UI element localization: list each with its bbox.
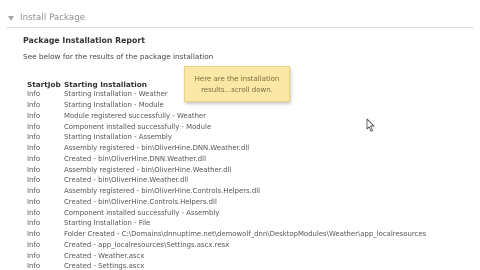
text-cursor-icon bbox=[366, 118, 375, 132]
log-row-message: Created - bin\OliverHine.DNN.Weather.dll bbox=[64, 154, 206, 163]
callout-line-1: Here are the installation bbox=[194, 75, 280, 83]
log-row-type: Info bbox=[27, 90, 41, 99]
log-row-type: Info bbox=[27, 197, 41, 206]
report-description: See below for the results of the package… bbox=[23, 52, 214, 61]
log-row-message: Assembly registered - bin\OliverHine.DNN… bbox=[64, 144, 250, 153]
section-title: Install Package bbox=[20, 13, 86, 23]
log-row-message: Created - bin\OliverHine.Weather.dll bbox=[64, 176, 189, 185]
log-row-message: Starting Installation - File bbox=[64, 219, 151, 228]
log-row-type: Info bbox=[27, 230, 41, 239]
log-rows: Info Starting Installation - Weather Info S… bbox=[27, 89, 472, 270]
log-row-message: Component installed successfully - Assem… bbox=[64, 208, 220, 217]
log-row-message: Starting Installation - Module bbox=[64, 101, 164, 110]
log-row-message: Created - Settings.ascx bbox=[64, 262, 145, 270]
log-row: Info Component installed successfully - M… bbox=[27, 121, 472, 132]
log-row-type: Info bbox=[27, 101, 41, 110]
log-row-type: Info bbox=[27, 111, 41, 120]
log-row: Info Component installed successfully - A… bbox=[27, 207, 472, 218]
log-row: Info Starting Installation - Assembly bbox=[27, 132, 472, 143]
log-row-type: Info bbox=[27, 262, 41, 270]
log-row-type: Info bbox=[27, 240, 41, 249]
log-row: Info Created - Weather.ascx bbox=[27, 250, 472, 261]
install-package-page: Install Package Package Installation Rep… bbox=[0, 0, 480, 270]
log-row: Info Module registered successfully - Wea… bbox=[27, 111, 472, 122]
log-row: Info Assembly registered - bin\OliverHine… bbox=[27, 186, 472, 197]
log-header-type: StartJob bbox=[27, 79, 61, 89]
log-row: Info Created - bin\OliverHine.Weather.dll bbox=[27, 175, 472, 186]
log-row-type: Info bbox=[27, 154, 41, 163]
log-row: Info Created - app_localresources\Setting… bbox=[27, 240, 472, 251]
log-row-type: Info bbox=[27, 208, 41, 217]
callout-line-2: results...scroll down. bbox=[201, 86, 273, 94]
log-row-type: Info bbox=[27, 251, 41, 260]
log-row-message: Folder Created - C:\Domains\dnnuptime.ne… bbox=[64, 230, 427, 239]
log-row-type: Info bbox=[27, 219, 41, 228]
collapse-triangle-icon[interactable] bbox=[8, 15, 14, 21]
log-row-message: Starting Installation - Assembly bbox=[64, 133, 172, 142]
report-title: Package Installation Report bbox=[23, 36, 145, 45]
log-row-type: Info bbox=[27, 187, 41, 196]
log-row-type: Info bbox=[27, 176, 41, 185]
log-row-message: Created - app_localresources\Settings.as… bbox=[64, 240, 230, 249]
log-row: Info Created - Settings.ascx bbox=[27, 261, 472, 270]
log-row-message: Assembly registered - bin\OliverHine.Wea… bbox=[64, 165, 232, 174]
log-row-type: Info bbox=[27, 122, 41, 131]
log-row-message: Created - bin\OliverHine.Controls.Helper… bbox=[64, 197, 217, 206]
log-row: Info Folder Created - C:\Domains\dnnuptim… bbox=[27, 229, 472, 240]
log-row: Info Assembly registered - bin\OliverHine… bbox=[27, 143, 472, 154]
log-row: Info Created - bin\OliverHine.DNN.Weather… bbox=[27, 154, 472, 165]
log-row-message: Created - Weather.ascx bbox=[64, 251, 145, 260]
log-row-type: Info bbox=[27, 133, 41, 142]
log-row-message: Assembly registered - bin\OliverHine.Con… bbox=[64, 187, 261, 196]
log-row: Info Assembly registered - bin\OliverHine… bbox=[27, 164, 472, 175]
log-row: Info Created - bin\OliverHine.Controls.He… bbox=[27, 197, 472, 208]
log-row-message: Component installed successfully - Modul… bbox=[64, 122, 212, 131]
log-row-type: Info bbox=[27, 165, 41, 174]
section-divider bbox=[6, 27, 474, 28]
installation-log-table: StartJob Starting Installation Info Start… bbox=[27, 79, 472, 270]
install-package-section-header[interactable]: Install Package bbox=[6, 11, 472, 25]
tooltip-callout: Here are the installation results...scro… bbox=[184, 66, 290, 102]
log-row-message: Module registered successfully - Weather bbox=[64, 111, 207, 120]
log-row-type: Info bbox=[27, 144, 41, 153]
log-row: Info Starting Installation - File bbox=[27, 218, 472, 229]
